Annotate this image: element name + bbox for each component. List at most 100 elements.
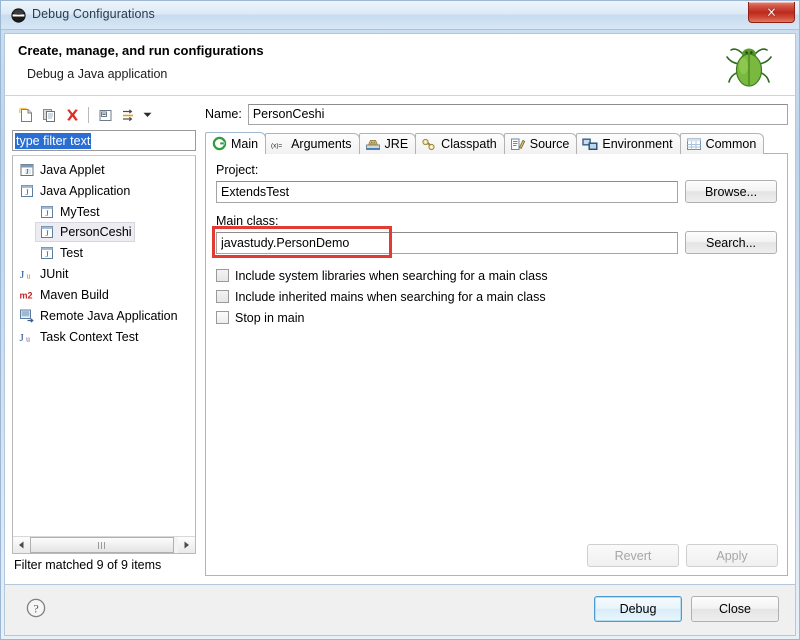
tree-item-label: Test xyxy=(60,245,83,260)
tree-item-label: Java Application xyxy=(40,183,131,198)
tab-label: Environment xyxy=(602,137,673,151)
close-button[interactable]: Close xyxy=(691,596,779,622)
tab-label: Common xyxy=(705,137,757,151)
project-input[interactable] xyxy=(216,180,678,203)
task-context-test-icon: Ju xyxy=(19,329,35,345)
tree-item-mytest[interactable]: J MyTest xyxy=(13,201,195,222)
svg-text:?: ? xyxy=(33,601,38,615)
tree-item-remote-java-application[interactable]: Remote Java Application xyxy=(13,305,195,326)
tree-item-label: Java Applet xyxy=(40,162,105,177)
help-question-icon[interactable]: ? xyxy=(25,597,47,619)
page-title: Create, manage, and run configurations xyxy=(18,43,264,58)
java-application-icon: J xyxy=(19,183,35,199)
configurations-tree[interactable]: J Java Applet J Java Application J MyTest J Per… xyxy=(12,155,196,554)
search-button[interactable]: Search... xyxy=(685,231,777,254)
configurations-panel: type filter text J Java Applet J Java Appli… xyxy=(12,102,196,576)
checkbox-row-2[interactable]: Stop in main xyxy=(216,307,777,328)
tab-label: Source xyxy=(529,137,570,151)
environment-tab-icon xyxy=(582,136,598,152)
filter-launch-configurations-icon[interactable] xyxy=(117,104,139,126)
tree-item-java-applet[interactable]: J Java Applet xyxy=(13,159,195,180)
tab-label: Main xyxy=(231,136,259,151)
tree-item-junit[interactable]: Ju JUnit xyxy=(13,263,195,284)
tree-item-label: Remote Java Application xyxy=(40,308,178,323)
new-launch-configuration-icon[interactable] xyxy=(15,104,37,126)
tab-common[interactable]: Common xyxy=(679,133,765,154)
scroll-left-arrow-icon[interactable] xyxy=(13,537,30,553)
checkbox-1[interactable] xyxy=(216,290,229,303)
revert-button[interactable]: Revert xyxy=(587,544,679,567)
svg-text:u: u xyxy=(27,271,31,280)
main-class-row: Search... xyxy=(212,226,777,258)
filter-input[interactable]: type filter text xyxy=(12,130,196,151)
classpath-tab-icon xyxy=(421,136,437,152)
main-tab-panel: Project: Browse... Main class: Search...… xyxy=(205,153,788,576)
tab-label: Classpath xyxy=(441,137,497,151)
tree-item-label: Task Context Test xyxy=(40,329,139,344)
main-class-label: Main class: xyxy=(216,214,279,228)
debug-button[interactable]: Debug xyxy=(594,596,682,622)
main-class-input[interactable] xyxy=(216,231,678,254)
java-launch-icon: J xyxy=(39,204,55,220)
window-title: Debug Configurations xyxy=(32,7,155,21)
tree-item-personceshi[interactable]: J PersonCeshi xyxy=(35,222,135,242)
tree-item-maven-build[interactable]: m2 Maven Build xyxy=(13,284,195,305)
tab-arguments[interactable]: (x)= Arguments xyxy=(265,133,360,154)
tab-main[interactable]: Main xyxy=(205,132,267,154)
delete-launch-configuration-icon[interactable] xyxy=(61,104,83,126)
green-bug-icon xyxy=(721,38,777,97)
scrollbar-thumb[interactable] xyxy=(30,537,174,553)
svg-text:u: u xyxy=(26,334,30,343)
view-menu-chevron-down-icon[interactable] xyxy=(140,104,154,126)
close-icon xyxy=(766,7,777,16)
configuration-tabs: Main (x)= Arguments JRE Classpath Source Envir… xyxy=(205,132,788,154)
java-applet-icon: J xyxy=(19,162,35,178)
scrollbar-track[interactable] xyxy=(30,537,178,553)
collapse-all-icon[interactable] xyxy=(94,104,116,126)
junit-icon: Ju xyxy=(19,266,35,282)
title-bar: Debug Configurations xyxy=(1,1,799,30)
maven-icon: m2 xyxy=(19,287,35,303)
tab-label: JRE xyxy=(384,137,409,151)
browse-button[interactable]: Browse... xyxy=(685,180,777,203)
close-window-button[interactable] xyxy=(748,2,795,23)
arguments-tab-icon: (x)= xyxy=(271,136,287,152)
checkbox-row-1[interactable]: Include inherited mains when searching f… xyxy=(216,286,777,307)
duplicate-launch-configuration-icon[interactable] xyxy=(38,104,60,126)
tab-environment[interactable]: Environment xyxy=(576,133,681,154)
svg-text:J: J xyxy=(25,188,28,197)
panel-action-buttons: Revert Apply xyxy=(587,544,778,567)
java-launch-icon: J xyxy=(39,245,55,261)
tab-jre[interactable]: JRE xyxy=(358,133,417,154)
tree-item-test[interactable]: J Test xyxy=(13,242,195,263)
tab-source[interactable]: Source xyxy=(503,133,578,154)
scroll-right-arrow-icon[interactable] xyxy=(178,537,195,553)
svg-text:(x)=: (x)= xyxy=(271,142,282,149)
tree-horizontal-scrollbar[interactable] xyxy=(13,536,195,553)
project-label: Project: xyxy=(216,163,259,177)
project-row: Browse... xyxy=(216,180,777,203)
svg-text:J: J xyxy=(26,168,29,176)
name-row: Name: xyxy=(205,102,788,126)
tree-item-label: JUnit xyxy=(40,266,69,281)
filter-status-text: Filter matched 9 of 9 items xyxy=(14,558,162,572)
tree-item-java-application[interactable]: J Java Application xyxy=(13,180,195,201)
configuration-name-input[interactable] xyxy=(247,103,788,125)
checkbox-row-0[interactable]: Include system libraries when searching … xyxy=(216,265,777,286)
footer-buttons: Debug Close xyxy=(594,596,779,622)
name-label: Name: xyxy=(205,107,242,121)
page-subtitle: Debug a Java application xyxy=(27,67,168,81)
svg-text:J: J xyxy=(45,229,48,238)
tree-item-label: Maven Build xyxy=(40,287,109,302)
checkbox-label: Include inherited mains when searching f… xyxy=(235,289,546,304)
checkbox-0[interactable] xyxy=(216,269,229,282)
tab-classpath[interactable]: Classpath xyxy=(415,133,505,154)
checkbox-label: Include system libraries when searching … xyxy=(235,268,548,283)
checkbox-label: Stop in main xyxy=(235,310,305,325)
tree-item-task-context-test[interactable]: Ju Task Context Test xyxy=(13,326,195,347)
apply-button[interactable]: Apply xyxy=(686,544,778,567)
svg-text:J: J xyxy=(20,269,25,281)
main-tab-icon xyxy=(211,136,227,152)
svg-text:J: J xyxy=(20,332,25,344)
checkbox-2[interactable] xyxy=(216,311,229,324)
